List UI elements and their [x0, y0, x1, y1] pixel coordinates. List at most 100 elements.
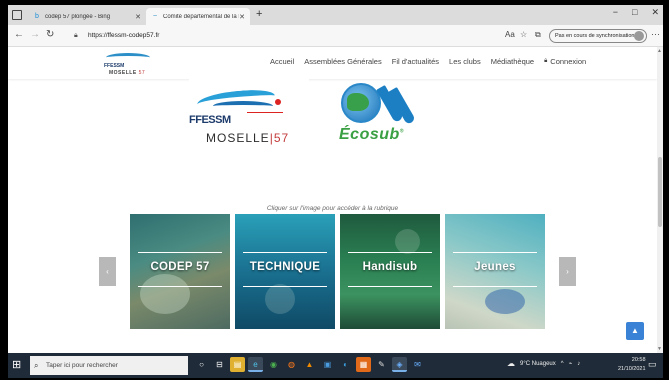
tab-title: codep 57 plongée - Bing — [45, 13, 111, 20]
forward-icon[interactable]: → — [30, 29, 40, 40]
tab-actions-icon[interactable] — [12, 10, 22, 20]
sync-label: Pas en cours de synchronisation — [555, 33, 635, 39]
scroll-up-icon[interactable]: ▲ — [657, 48, 662, 54]
tab-bing[interactable]: b codep 57 plongée - Bing ✕ — [28, 8, 146, 25]
web-page: FFESSM MOSELLE 57 Accueil Assemblées Gén… — [8, 47, 657, 353]
divider — [453, 252, 537, 253]
date: 21/10/2021 — [618, 366, 646, 372]
land-icon — [347, 93, 369, 111]
carousel-caption: Cliquer sur l'image pour accéder à la ru… — [266, 205, 399, 212]
logo-moselle: MOSELLE 57 — [109, 70, 146, 76]
divider — [138, 252, 222, 253]
weather-text[interactable]: 9°C Nuageux — [520, 361, 556, 367]
taskbar-apps: ○ ⊟ ▤ e ◉ ◍ ▲ ▣ ◐ ▦ ✎ ◈ ✉ — [194, 357, 425, 372]
site-header: FFESSM MOSELLE 57 Accueil Assemblées Gén… — [8, 47, 657, 79]
ecosub-logo[interactable]: Écosub® — [335, 79, 425, 177]
card-handisub[interactable]: Handisub — [340, 214, 440, 329]
site-icon: ~ — [152, 12, 158, 20]
bing-icon: b — [35, 12, 39, 20]
new-tab-button[interactable]: + — [256, 8, 262, 20]
read-aloud-icon[interactable]: Aa — [505, 30, 515, 39]
tray-chevron-icon[interactable]: ^ — [561, 361, 564, 367]
task-view-icon[interactable]: ○ — [194, 357, 209, 372]
carousel-next-button[interactable]: › — [559, 257, 576, 286]
scrollbar[interactable]: ▲ ▼ — [657, 47, 663, 353]
close-window-icon[interactable]: ✕ — [651, 7, 659, 18]
chrome-icon[interactable]: ◉ — [266, 357, 281, 372]
photos-icon[interactable]: ◐ — [338, 357, 353, 372]
screen: b codep 57 plongée - Bing ✕ ~ Comité dép… — [8, 5, 663, 378]
card-title: TECHNIQUE — [249, 261, 321, 273]
notification-icon[interactable]: ▭ — [648, 359, 657, 370]
vlc-icon[interactable]: ▲ — [302, 357, 317, 372]
ecosub-text: Écosub® — [339, 126, 404, 143]
scroll-down-icon[interactable]: ▼ — [657, 346, 662, 352]
store-icon[interactable]: ▣ — [320, 357, 335, 372]
windows-taskbar: ⊞ ⌕ Taper ici pour rechercher ○ ⊟ ▤ e ◉ … — [8, 353, 663, 378]
lock-icon: 🔒︎ — [74, 32, 78, 39]
search-icon: ⌕ — [34, 361, 39, 370]
mail-icon[interactable]: ✉ — [410, 357, 425, 372]
wave-logo-icon — [106, 53, 150, 62]
network-icon[interactable]: ⌁ — [569, 360, 573, 367]
search-placeholder: Taper ici pour rechercher — [46, 362, 118, 369]
carousel-prev-button[interactable]: ‹ — [99, 257, 116, 286]
site-logo[interactable]: FFESSM MOSELLE 57 — [102, 51, 160, 77]
collections-icon[interactable]: ⧉ — [535, 30, 541, 40]
edge-icon[interactable]: e — [248, 357, 263, 372]
maximize-icon[interactable]: □ — [632, 7, 637, 18]
volume-icon[interactable]: ♪ — [577, 361, 580, 367]
card-title: Jeunes — [474, 261, 516, 273]
menu-item-mediatheque[interactable]: Médiathèque — [491, 57, 534, 66]
logo-ffessm: FFESSM — [104, 63, 125, 69]
ffessm-moselle-logo[interactable]: FFESSM MOSELLE|57 — [189, 79, 309, 201]
divider — [243, 252, 327, 253]
scrollbar-thumb[interactable] — [658, 157, 662, 227]
address-bar: ← → ↻ 🔒︎ https://ffessm-codep57.fr Aa ☆ … — [8, 25, 663, 47]
tab-codep57[interactable]: ~ Comité départemental de la Mo: ✕ — [146, 8, 250, 25]
login-link[interactable]: 🔒︎ Connexion — [544, 57, 586, 66]
notes-icon[interactable]: ▦ — [356, 357, 371, 372]
login-label: Connexion — [550, 57, 587, 66]
favorite-star-icon[interactable]: ☆ — [520, 30, 527, 39]
clock[interactable]: 20:58 21/10/2021 — [618, 356, 646, 374]
divider — [138, 286, 222, 287]
reload-icon[interactable]: ↻ — [46, 29, 54, 40]
divider — [348, 252, 432, 253]
scroll-to-top-button[interactable]: ▲ — [626, 322, 644, 340]
main-menu: Accueil Assemblées Générales Fil d'actua… — [270, 57, 586, 66]
card-jeunes[interactable]: Jeunes — [445, 214, 545, 329]
firefox-icon[interactable]: ◍ — [284, 357, 299, 372]
close-icon[interactable]: ✕ — [135, 13, 141, 21]
avatar — [634, 31, 644, 41]
menu-item-assemblees[interactable]: Assemblées Générales — [304, 57, 382, 66]
taskbar-search-input[interactable]: ⌕ Taper ici pour rechercher — [30, 356, 188, 375]
explorer-icon[interactable]: ⊟ — [212, 357, 227, 372]
card-codep57[interactable]: CODEP 57 — [130, 214, 230, 329]
menu-item-accueil[interactable]: Accueil — [270, 57, 294, 66]
red-dot-icon — [275, 99, 281, 105]
url-text: https://ffessm-codep57.fr — [88, 32, 160, 39]
system-tray: ☁ 9°C Nuageux ^ ⌁ ♪ — [507, 359, 580, 368]
time: 20:58 — [631, 357, 646, 363]
moselle-text: MOSELLE|57 — [206, 131, 290, 145]
card-technique[interactable]: TECHNIQUE — [235, 214, 335, 329]
menu-item-clubs[interactable]: Les clubs — [449, 57, 481, 66]
windows-start-icon[interactable]: ⊞ — [12, 359, 24, 371]
sync-button[interactable]: Pas en cours de synchronisation — [549, 29, 647, 43]
window-controls: − □ ✕ — [613, 7, 659, 18]
menu-item-actualites[interactable]: Fil d'actualités — [392, 57, 439, 66]
paint-icon[interactable]: ◈ — [392, 357, 407, 372]
back-icon[interactable]: ← — [14, 29, 24, 40]
divider — [453, 286, 537, 287]
lock-icon: 🔒︎ — [544, 58, 548, 64]
divider — [243, 286, 327, 287]
browser-tab-bar: b codep 57 plongée - Bing ✕ ~ Comité dép… — [8, 5, 663, 25]
files-icon[interactable]: ▤ — [230, 357, 245, 372]
close-icon[interactable]: ✕ — [239, 13, 245, 21]
divider — [247, 112, 283, 113]
more-icon[interactable]: ··· — [651, 29, 660, 39]
url-field[interactable]: 🔒︎ https://ffessm-codep57.fr — [74, 29, 464, 43]
maps-icon[interactable]: ✎ — [374, 357, 389, 372]
minimize-icon[interactable]: − — [613, 7, 618, 18]
